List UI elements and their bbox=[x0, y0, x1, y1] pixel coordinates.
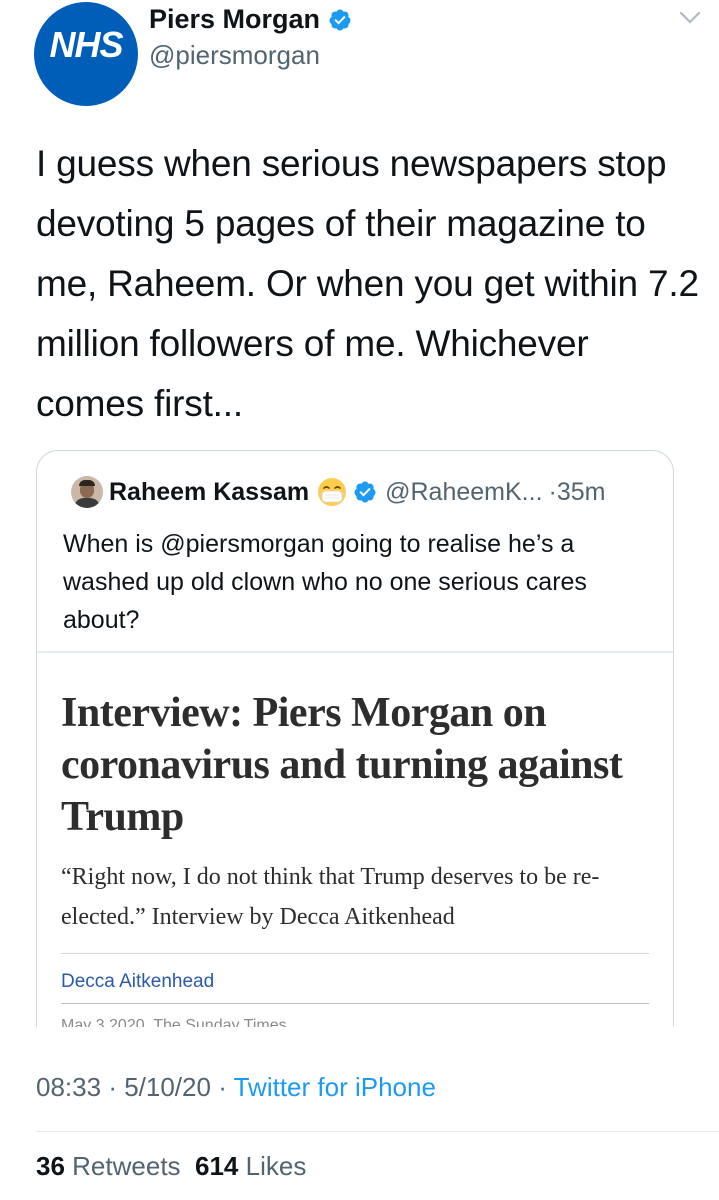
verified-badge-icon bbox=[329, 9, 351, 30]
avatar-logo-text: NHS bbox=[49, 24, 123, 65]
retweets-stat[interactable]: 36 Retweets bbox=[36, 1151, 181, 1181]
avatar[interactable]: NHS bbox=[34, 2, 138, 106]
quoted-display-name: Raheem Kassam bbox=[109, 477, 310, 506]
likes-label: Likes bbox=[245, 1151, 307, 1181]
author-handle[interactable]: @piersmorgan bbox=[149, 40, 320, 71]
tweet-meta: 08:33 · 5/10/20 · Twitter for iPhone bbox=[36, 1072, 436, 1102]
quoted-divider bbox=[37, 651, 673, 653]
mask-face-emoji-icon bbox=[318, 478, 347, 506]
article-title: Interview: Piers Morgan on coronavirus a… bbox=[61, 690, 623, 840]
stats-divider bbox=[36, 1131, 719, 1132]
article-standfirst: “Right now, I do not think that Trump de… bbox=[61, 864, 600, 930]
tweet-time: 08:33 bbox=[36, 1072, 102, 1102]
quoted-handle: @RaheemK... bbox=[385, 477, 543, 506]
retweets-label: Retweets bbox=[72, 1151, 181, 1181]
quoted-avatar[interactable] bbox=[71, 476, 103, 508]
author-name-row[interactable]: Piers Morgan bbox=[149, 4, 352, 35]
likes-stat[interactable]: 614 Likes bbox=[195, 1151, 306, 1181]
article-divider bbox=[61, 953, 649, 954]
chevron-down-icon[interactable] bbox=[678, 10, 702, 26]
tweet-source-link[interactable]: Twitter for iPhone bbox=[234, 1072, 436, 1102]
quoted-text: When is @piersmorgan going to realise he… bbox=[63, 530, 587, 634]
tweet-text: I guess when serious newspapers stop dev… bbox=[36, 143, 699, 424]
author-display-name[interactable]: Piers Morgan bbox=[149, 4, 320, 35]
likes-count: 614 bbox=[195, 1151, 239, 1181]
quoted-verified-badge-icon bbox=[354, 481, 376, 503]
article-divider-2 bbox=[61, 1003, 649, 1004]
tweet-stats: 36 Retweets 614 Likes bbox=[36, 1151, 306, 1182]
quoted-timestamp: ·35m bbox=[548, 477, 606, 506]
article-dateline: May 3 2020, The Sunday Times bbox=[61, 1017, 287, 1027]
quoted-header: Raheem Kassam @RaheemK... ·35m bbox=[109, 477, 605, 507]
article-author-link[interactable]: Decca Aitkenhead bbox=[61, 971, 214, 993]
retweets-count: 36 bbox=[36, 1151, 65, 1181]
tweet-date: 5/10/20 bbox=[124, 1072, 211, 1102]
quoted-tweet[interactable]: Raheem Kassam @RaheemK... ·35m When is @… bbox=[36, 450, 674, 1027]
